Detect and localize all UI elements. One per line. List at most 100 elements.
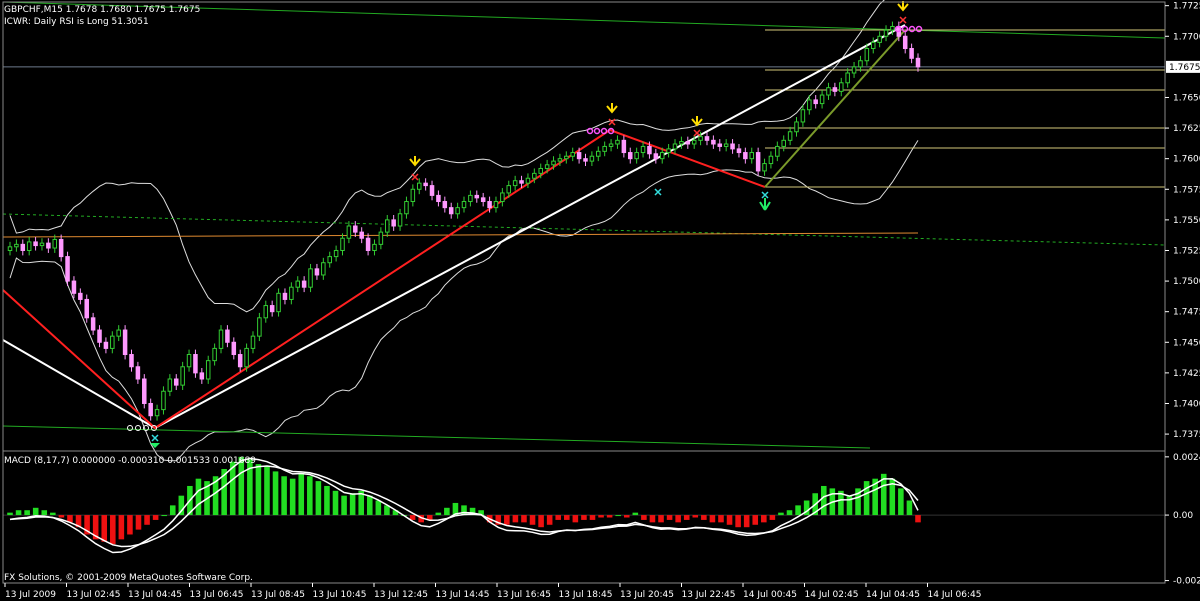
candle[interactable] [909, 43, 914, 64]
candle[interactable] [826, 82, 831, 100]
candle[interactable] [474, 190, 480, 203]
candle[interactable] [666, 143, 671, 158]
candle[interactable] [640, 141, 646, 158]
candle[interactable] [762, 158, 767, 176]
candle[interactable] [711, 135, 716, 149]
candle[interactable] [570, 147, 575, 162]
candle[interactable] [71, 276, 77, 299]
candle[interactable] [704, 131, 710, 146]
candle[interactable] [346, 221, 352, 244]
candle[interactable] [391, 214, 396, 231]
candle[interactable] [148, 398, 153, 421]
candle[interactable] [225, 325, 230, 348]
candle[interactable] [231, 337, 237, 360]
candle[interactable] [372, 239, 377, 256]
candle[interactable] [851, 61, 857, 78]
candle[interactable] [915, 53, 921, 72]
candle[interactable] [608, 139, 614, 152]
candle[interactable] [749, 147, 755, 164]
candle[interactable] [263, 300, 269, 323]
candle[interactable] [269, 300, 275, 317]
candle[interactable] [615, 135, 620, 149]
candle[interactable] [218, 325, 224, 354]
candle[interactable] [295, 276, 301, 293]
candle[interactable] [39, 238, 45, 251]
candle[interactable] [116, 325, 121, 342]
candle[interactable] [679, 136, 684, 149]
candle[interactable] [634, 147, 639, 164]
price-chart[interactable]: 1.7725 1.7700 1.7650 1.7625 1.7600 1.7575 1.75… [0, 0, 1200, 601]
candle[interactable] [621, 135, 627, 158]
candle[interactable] [832, 82, 838, 97]
candle[interactable] [781, 135, 786, 152]
candle[interactable] [436, 190, 441, 207]
candle[interactable] [378, 227, 384, 250]
candle[interactable] [78, 288, 83, 305]
candle[interactable] [410, 184, 416, 207]
candle[interactable] [110, 331, 115, 354]
candle[interactable] [385, 214, 390, 238]
candle[interactable] [199, 367, 205, 384]
candle[interactable] [596, 146, 601, 162]
candle[interactable] [161, 386, 166, 415]
candle[interactable] [122, 325, 128, 360]
candle[interactable] [653, 148, 659, 164]
candle[interactable] [858, 55, 863, 72]
candle[interactable] [154, 404, 160, 421]
candle[interactable] [314, 263, 320, 280]
candle[interactable] [730, 139, 735, 154]
candle[interactable] [7, 241, 13, 256]
candle[interactable] [512, 175, 518, 191]
candle[interactable] [20, 239, 26, 256]
candle[interactable] [84, 294, 89, 323]
candle[interactable] [340, 233, 345, 256]
candle[interactable] [142, 374, 147, 409]
candle[interactable] [193, 349, 198, 378]
candle[interactable] [301, 276, 307, 293]
candle[interactable] [429, 180, 435, 201]
candle[interactable] [212, 343, 217, 366]
candle[interactable] [321, 257, 326, 280]
candle[interactable] [167, 374, 173, 397]
candle[interactable] [365, 233, 371, 256]
candle[interactable] [627, 147, 633, 164]
candle[interactable] [672, 139, 678, 154]
candle[interactable] [800, 104, 806, 127]
candle[interactable] [52, 234, 58, 253]
candle[interactable] [26, 237, 32, 256]
candle[interactable] [461, 196, 467, 213]
candle[interactable] [423, 178, 428, 191]
candle[interactable] [33, 237, 38, 251]
candle[interactable] [97, 325, 102, 348]
candle[interactable] [308, 263, 313, 293]
candle[interactable] [736, 143, 742, 158]
candle[interactable] [180, 361, 185, 391]
candle[interactable] [877, 31, 882, 48]
candle[interactable] [416, 178, 422, 195]
candle[interactable] [525, 173, 531, 189]
candle[interactable] [743, 147, 748, 164]
candle[interactable] [65, 251, 70, 286]
candle[interactable] [442, 196, 448, 213]
candle[interactable] [602, 141, 607, 157]
candle[interactable] [717, 139, 723, 152]
candle[interactable] [480, 192, 486, 207]
candle[interactable] [902, 31, 908, 54]
candle[interactable] [276, 288, 281, 317]
candle[interactable] [819, 90, 825, 109]
candle[interactable] [468, 190, 473, 207]
candle[interactable] [813, 95, 818, 109]
candle[interactable] [493, 196, 499, 213]
candle[interactable] [103, 337, 109, 354]
candle[interactable] [237, 349, 243, 372]
candle[interactable] [90, 312, 96, 335]
candle[interactable] [135, 361, 141, 384]
candle[interactable] [289, 282, 294, 305]
candle[interactable] [455, 202, 460, 219]
candle[interactable] [839, 77, 844, 97]
candle[interactable] [58, 234, 64, 262]
candle[interactable] [282, 288, 288, 305]
candle[interactable] [129, 349, 134, 372]
candle[interactable] [755, 147, 761, 176]
candle[interactable] [589, 151, 595, 167]
